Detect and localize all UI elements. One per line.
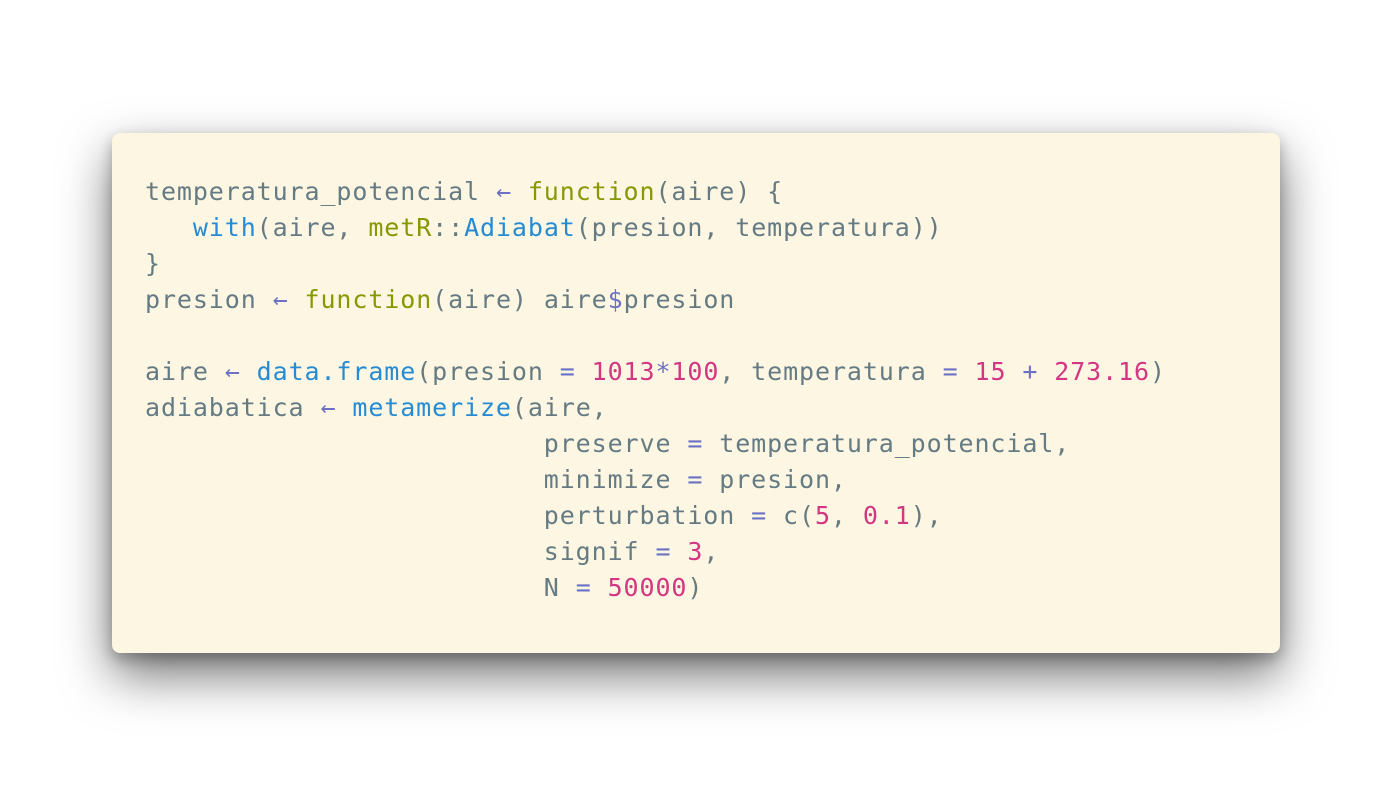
code-block: temperatura_potencial ← function(aire) {… bbox=[145, 174, 1166, 606]
code-token: with bbox=[192, 213, 257, 242]
code-token: 1013 bbox=[591, 357, 656, 386]
code-token: 5 bbox=[814, 501, 831, 530]
code-line: minimize = presion, bbox=[145, 462, 1166, 498]
code-line: aire ← data.frame(presion = 1013*100, te… bbox=[145, 354, 1166, 390]
code-token: temperatura_potencial bbox=[145, 177, 480, 206]
code-token: ← bbox=[272, 285, 289, 314]
code-token: $ bbox=[607, 285, 624, 314]
code-token: :: bbox=[432, 213, 465, 242]
code-token: perturbation bbox=[145, 501, 752, 530]
code-token: , bbox=[703, 537, 720, 566]
code-token: = bbox=[559, 357, 576, 386]
code-token: presion, bbox=[703, 465, 847, 494]
code-token: function bbox=[304, 285, 433, 314]
code-token: N bbox=[145, 573, 576, 602]
code-token: signif bbox=[145, 537, 656, 566]
code-line: with(aire, metR::Adiabat(presion, temper… bbox=[145, 210, 1166, 246]
code-token: ← bbox=[320, 393, 337, 422]
code-token: (aire) { bbox=[655, 177, 784, 206]
code-line: preserve = temperatura_potencial, bbox=[145, 426, 1166, 462]
code-token: metamerize bbox=[352, 393, 512, 422]
code-token: data.frame bbox=[256, 357, 417, 386]
code-token: (aire, bbox=[511, 393, 608, 422]
code-token: preserve bbox=[145, 429, 688, 458]
code-token: = bbox=[942, 357, 959, 386]
code-token: (presion, temperatura)) bbox=[575, 213, 943, 242]
code-token: = bbox=[687, 429, 704, 458]
code-token: temperatura_potencial, bbox=[703, 429, 1071, 458]
code-token: = bbox=[655, 537, 672, 566]
code-line: adiabatica ← metamerize(aire, bbox=[145, 390, 1166, 426]
code-token: ) bbox=[687, 573, 704, 602]
code-token: aire bbox=[145, 357, 209, 386]
code-token: (presion bbox=[416, 357, 560, 386]
code-token: ← bbox=[224, 357, 241, 386]
code-token: function bbox=[527, 177, 656, 206]
code-token: } bbox=[145, 249, 161, 278]
code-token: * bbox=[655, 357, 672, 386]
code-token: ), bbox=[910, 501, 943, 530]
code-token: 100 bbox=[671, 357, 720, 386]
code-token: 15 bbox=[974, 357, 1007, 386]
code-line: temperatura_potencial ← function(aire) { bbox=[145, 174, 1166, 210]
code-token: 50000 bbox=[607, 573, 688, 602]
code-token: (aire, bbox=[256, 213, 369, 242]
code-token: + bbox=[1022, 357, 1039, 386]
code-token: (aire) aire bbox=[432, 285, 608, 314]
code-token: = bbox=[751, 501, 768, 530]
code-token: = bbox=[575, 573, 592, 602]
code-token: ) bbox=[1150, 357, 1166, 386]
code-token: metR bbox=[368, 213, 433, 242]
code-token: 3 bbox=[687, 537, 704, 566]
code-line: signif = 3, bbox=[145, 534, 1166, 570]
code-token: , bbox=[830, 501, 863, 530]
screenshot-stage: temperatura_potencial ← function(aire) {… bbox=[0, 0, 1392, 786]
code-line: } bbox=[145, 246, 1166, 282]
code-token: presion bbox=[145, 285, 257, 314]
code-token: minimize bbox=[145, 465, 688, 494]
code-token: c( bbox=[767, 501, 815, 530]
code-token: 273.16 bbox=[1054, 357, 1150, 386]
code-line: perturbation = c(5, 0.1), bbox=[145, 498, 1166, 534]
code-token: = bbox=[687, 465, 704, 494]
code-token: ← bbox=[495, 177, 512, 206]
code-line: presion ← function(aire) aire$presion bbox=[145, 282, 1166, 318]
code-token: Adiabat bbox=[464, 213, 576, 242]
code-token: , temperatura bbox=[719, 357, 943, 386]
code-token: adiabatica bbox=[145, 393, 305, 422]
code-line: N = 50000) bbox=[145, 570, 1166, 606]
code-token: 0.1 bbox=[862, 501, 911, 530]
code-token: presion bbox=[623, 285, 736, 314]
